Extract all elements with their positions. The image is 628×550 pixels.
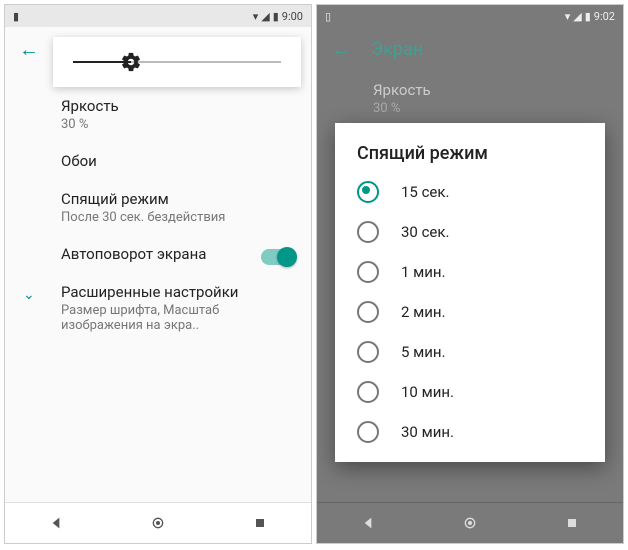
setting-sub: Размер шрифта, Масштаб изображения на эк… <box>61 303 295 333</box>
brightness-slider[interactable] <box>73 61 281 63</box>
nav-back-icon[interactable] <box>360 515 376 531</box>
app-bar: ← Экран <box>317 27 623 71</box>
phone-left: ▮ ▾ ◢ ▮ 9:00 ← Яркость 30 % Обои Спящий … <box>4 4 312 544</box>
nav-bar <box>5 502 311 543</box>
radio-label: 30 сек. <box>401 223 449 241</box>
status-bar: ▯ ▾ ◢ ▮ 9:02 <box>317 5 623 27</box>
signal-icon: ◢ <box>261 10 269 23</box>
brightness-thumb-icon[interactable] <box>120 51 142 73</box>
setting-title: Автоповорот экрана <box>61 245 295 263</box>
setting-sleep[interactable]: Спящий режим После 30 сек. бездействия <box>5 180 311 235</box>
battery-icon: ▮ <box>13 10 19 23</box>
battery-icon: ▯ <box>325 10 331 23</box>
dialog-title: Спящий режим <box>335 143 605 172</box>
settings-list: Яркость 30 % <box>317 71 623 126</box>
setting-sub: После 30 сек. бездействия <box>61 210 295 225</box>
radio-icon <box>357 341 379 363</box>
radio-option[interactable]: 10 мин. <box>335 372 605 412</box>
setting-brightness[interactable]: Яркость 30 % <box>317 71 623 126</box>
nav-bar <box>317 502 623 543</box>
settings-list: Яркость 30 % Обои Спящий режим После 30 … <box>5 71 311 343</box>
chevron-down-icon: ⌄ <box>23 287 35 303</box>
radio-option[interactable]: 2 мин. <box>335 292 605 332</box>
wifi-icon: ▾ <box>253 10 259 23</box>
setting-title: Расширенные настройки <box>61 283 295 301</box>
sleep-dialog: Спящий режим 15 сек. 30 сек. 1 мин. 2 мин. 5… <box>335 123 605 462</box>
radio-label: 2 мин. <box>401 303 446 321</box>
setting-title: Яркость <box>373 81 607 99</box>
setting-advanced[interactable]: ⌄ Расширенные настройки Размер шрифта, М… <box>5 273 311 343</box>
signal-icon: ◢ <box>573 10 581 23</box>
phone-right: ▯ ▾ ◢ ▮ 9:02 ← Экран Яркость 30 % Спящий… <box>316 4 624 544</box>
back-icon[interactable]: ← <box>331 39 351 59</box>
radio-label: 15 сек. <box>401 183 449 201</box>
wifi-icon: ▾ <box>565 10 571 23</box>
battery-icon: ▮ <box>585 10 591 23</box>
brightness-slider-card <box>53 37 301 87</box>
setting-title: Обои <box>61 152 295 170</box>
setting-sub: 30 % <box>373 101 607 116</box>
radio-icon <box>357 261 379 283</box>
radio-option[interactable]: 30 сек. <box>335 212 605 252</box>
setting-title: Яркость <box>61 97 295 115</box>
radio-option[interactable]: 5 мин. <box>335 332 605 372</box>
nav-home-icon[interactable] <box>150 515 166 531</box>
appbar-title: Экран <box>371 39 423 60</box>
radio-icon <box>357 181 379 203</box>
nav-home-icon[interactable] <box>462 515 478 531</box>
setting-autorotate[interactable]: Автоповорот экрана <box>5 235 311 273</box>
status-bar: ▮ ▾ ◢ ▮ 9:00 <box>5 5 311 27</box>
back-icon[interactable]: ← <box>19 39 39 59</box>
radio-option[interactable]: 15 сек. <box>335 172 605 212</box>
radio-label: 30 мин. <box>401 423 454 441</box>
nav-recent-icon[interactable] <box>564 515 580 531</box>
setting-title: Спящий режим <box>61 190 295 208</box>
radio-option[interactable]: 30 мин. <box>335 412 605 452</box>
autorotate-switch[interactable] <box>261 249 295 265</box>
radio-icon <box>357 381 379 403</box>
battery-icon: ▮ <box>273 10 279 23</box>
radio-option[interactable]: 1 мин. <box>335 252 605 292</box>
radio-icon <box>357 421 379 443</box>
radio-label: 5 мин. <box>401 343 446 361</box>
nav-recent-icon[interactable] <box>252 515 268 531</box>
nav-back-icon[interactable] <box>48 515 64 531</box>
radio-list: 15 сек. 30 сек. 1 мин. 2 мин. 5 мин. 10 мин. 3… <box>335 172 605 452</box>
status-time: 9:02 <box>594 10 615 23</box>
radio-label: 1 мин. <box>401 263 446 281</box>
radio-icon <box>357 221 379 243</box>
setting-wallpaper[interactable]: Обои <box>5 142 311 180</box>
setting-sub: 30 % <box>61 117 295 132</box>
radio-icon <box>357 301 379 323</box>
radio-label: 10 мин. <box>401 383 454 401</box>
status-time: 9:00 <box>282 10 303 23</box>
